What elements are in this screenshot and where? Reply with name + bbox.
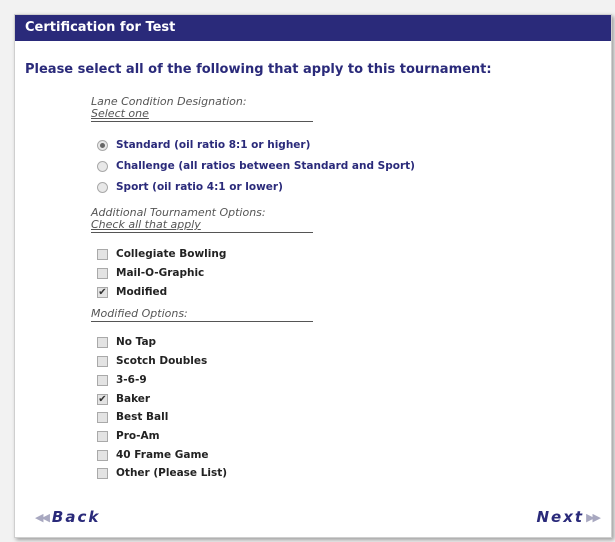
- back-button[interactable]: ◀◀ Back: [35, 508, 100, 526]
- checkbox-best-ball-label: Best Ball: [116, 411, 169, 423]
- radio-challenge[interactable]: Challenge (all ratios between Standard a…: [97, 158, 415, 174]
- checkbox-baker-label: Baker: [116, 393, 151, 405]
- checkbox-no-tap-label: No Tap: [116, 336, 157, 348]
- double-chevron-left-icon: ◀◀: [35, 510, 50, 524]
- radio-challenge-control[interactable]: [97, 160, 108, 172]
- checkbox-mail-o-graphic-label: Mail-O-Graphic: [116, 267, 205, 279]
- certification-panel: Certification for Test Please select all…: [14, 14, 612, 538]
- checkbox-no-tap[interactable]: No Tap: [97, 334, 156, 350]
- additional-options-heading: Additional Tournament Options: Check all…: [91, 207, 313, 233]
- checkbox-collegiate-bowling-label: Collegiate Bowling: [116, 248, 227, 260]
- checkbox-other[interactable]: Other (Please List): [97, 465, 227, 481]
- checkbox-scotch-doubles-label: Scotch Doubles: [116, 355, 208, 367]
- lane-condition-heading: Lane Condition Designation: Select one: [91, 96, 313, 122]
- modified-options-title: Modified Options:: [91, 307, 188, 320]
- radio-sport-label: Sport (oil ratio 4:1 or lower): [116, 181, 283, 193]
- checkbox-3-6-9[interactable]: 3-6-9: [97, 372, 147, 388]
- radio-standard-label: Standard (oil ratio 8:1 or higher): [116, 139, 311, 151]
- checkbox-other-box[interactable]: [97, 467, 108, 479]
- window-title: Certification for Test: [15, 15, 611, 41]
- modified-options-heading: Modified Options:: [91, 308, 313, 322]
- checkbox-scotch-doubles[interactable]: Scotch Doubles: [97, 353, 207, 369]
- checkbox-other-label: Other (Please List): [116, 467, 228, 479]
- checkbox-collegiate-bowling[interactable]: Collegiate Bowling: [97, 246, 226, 262]
- checkbox-pro-am-box[interactable]: [97, 430, 108, 442]
- checkbox-no-tap-box[interactable]: [97, 336, 108, 348]
- double-chevron-right-icon: ▶▶: [586, 510, 601, 524]
- checkbox-baker[interactable]: ✔ Baker: [97, 391, 150, 407]
- checkbox-best-ball[interactable]: Best Ball: [97, 409, 168, 425]
- checkbox-40-frame-game[interactable]: 40 Frame Game: [97, 447, 209, 463]
- checkbox-40-frame-game-box[interactable]: [97, 449, 108, 461]
- checkbox-pro-am-label: Pro-Am: [116, 430, 160, 442]
- lane-condition-subtitle: Select one: [91, 107, 149, 120]
- checkbox-40-frame-game-label: 40 Frame Game: [116, 449, 209, 461]
- radio-challenge-label: Challenge (all ratios between Standard a…: [116, 160, 415, 172]
- checkbox-modified[interactable]: ✔ Modified: [97, 284, 167, 300]
- next-button-label: Next: [536, 508, 585, 526]
- checkbox-3-6-9-box[interactable]: [97, 374, 108, 386]
- checkbox-3-6-9-label: 3-6-9: [116, 374, 147, 386]
- back-button-label: Back: [51, 508, 101, 526]
- checkbox-pro-am[interactable]: Pro-Am: [97, 428, 160, 444]
- checkbox-collegiate-bowling-box[interactable]: [97, 248, 108, 260]
- additional-options-subtitle: Check all that apply: [91, 218, 201, 231]
- checkbox-modified-label: Modified: [116, 286, 168, 298]
- radio-standard[interactable]: Standard (oil ratio 8:1 or higher): [97, 137, 310, 153]
- radio-sport[interactable]: Sport (oil ratio 4:1 or lower): [97, 179, 283, 195]
- next-button[interactable]: Next ▶▶: [536, 508, 601, 526]
- radio-sport-control[interactable]: [97, 181, 108, 193]
- checkbox-mail-o-graphic-box[interactable]: [97, 267, 108, 279]
- checkbox-modified-box[interactable]: ✔: [97, 286, 108, 298]
- checkbox-scotch-doubles-box[interactable]: [97, 355, 108, 367]
- checkbox-best-ball-box[interactable]: [97, 411, 108, 423]
- radio-standard-control[interactable]: [97, 139, 108, 151]
- checkbox-baker-box[interactable]: ✔: [97, 393, 108, 405]
- instruction-prompt: Please select all of the following that …: [25, 62, 492, 77]
- checkbox-mail-o-graphic[interactable]: Mail-O-Graphic: [97, 265, 204, 281]
